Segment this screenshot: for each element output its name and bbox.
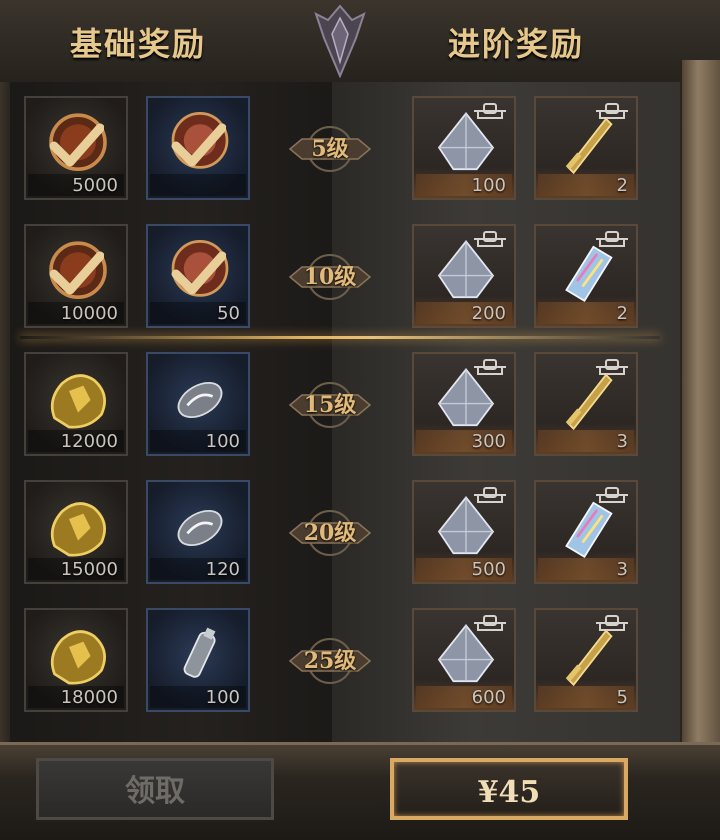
item-count: 200 <box>471 303 506 324</box>
item-count: 2 <box>616 303 628 324</box>
advanced-reward-slot[interactable]: 200 <box>412 224 516 328</box>
item-count: 12000 <box>60 431 118 452</box>
advanced-reward-slot[interactable]: 3 <box>534 480 638 584</box>
item-count: 50 <box>217 303 240 324</box>
reward-row: 18000 100 25级 600 5 <box>0 608 680 716</box>
item-count: 2 <box>616 175 628 196</box>
item-count: 300 <box>471 431 506 452</box>
basic-reward-slot[interactable]: 120 <box>146 480 250 584</box>
level-badge: 25级 <box>288 638 372 684</box>
advanced-reward-slot[interactable]: 3 <box>534 352 638 456</box>
item-count: 3 <box>616 431 628 452</box>
level-label: 10级 <box>303 264 357 290</box>
basic-reward-slot[interactable]: 5000 <box>24 96 128 200</box>
advanced-reward-slot[interactable]: 300 <box>412 352 516 456</box>
item-count: 100 <box>471 175 506 196</box>
level-badge: 20级 <box>288 510 372 556</box>
basic-reward-slot[interactable]: 12000 <box>24 352 128 456</box>
level-label: 15级 <box>303 392 357 418</box>
item-count: 10000 <box>60 303 118 324</box>
claimed-check-icon <box>171 123 226 167</box>
advanced-reward-slot[interactable]: 500 <box>412 480 516 584</box>
lock-icon <box>596 103 628 119</box>
item-count: 120 <box>205 559 240 580</box>
reward-row: 15000 120 20级 500 3 <box>0 480 680 588</box>
lock-icon <box>596 487 628 503</box>
advanced-reward-slot[interactable]: 100 <box>412 96 516 200</box>
level-label: 25级 <box>303 648 357 674</box>
gold-nugget-icon <box>50 374 106 429</box>
gold-nugget-icon <box>50 502 106 557</box>
level-label: 20级 <box>303 520 357 546</box>
basic-reward-slot[interactable]: 50 <box>146 224 250 328</box>
advanced-reward-slot[interactable]: 5 <box>534 608 638 712</box>
level-label: 5级 <box>311 136 349 162</box>
item-count: 15000 <box>60 559 118 580</box>
gold-nugget-icon <box>50 630 106 685</box>
item-count: 3 <box>616 559 628 580</box>
reward-row: 10000 50 10级 200 2 <box>0 224 680 332</box>
claimed-check-icon <box>49 251 104 295</box>
item-count: 600 <box>471 687 506 708</box>
advanced-reward-slot[interactable]: 2 <box>534 224 638 328</box>
lock-icon <box>474 487 506 503</box>
purchase-advanced-button[interactable]: ¥45 <box>390 758 628 820</box>
advanced-rewards-title: 进阶奖励 <box>448 25 585 63</box>
potion-vial-icon <box>183 627 216 678</box>
basic-reward-slot[interactable]: 15000 <box>24 480 128 584</box>
reward-row: 12000 100 15级 300 3 <box>0 352 680 460</box>
crest-emblem-icon <box>314 4 366 78</box>
basic-reward-slot[interactable]: 10000 <box>24 224 128 328</box>
item-count: 100 <box>205 687 240 708</box>
lock-icon <box>474 103 506 119</box>
lock-icon <box>596 359 628 375</box>
basic-reward-slot[interactable] <box>146 96 250 200</box>
right-vine-border <box>680 60 720 760</box>
basic-reward-slot[interactable]: 18000 <box>24 608 128 712</box>
silver-stone-icon <box>177 382 223 418</box>
lock-icon <box>474 231 506 247</box>
claim-button[interactable]: 领取 <box>36 758 274 820</box>
advanced-reward-slot[interactable]: 2 <box>534 96 638 200</box>
reward-row: 5000 5级 100 2 <box>0 96 680 204</box>
item-count: 500 <box>471 559 506 580</box>
level-badge: 10级 <box>288 254 372 300</box>
claimed-check-icon <box>49 123 104 167</box>
item-count: 5 <box>616 687 628 708</box>
silver-stone-icon <box>177 510 223 546</box>
item-count: 18000 <box>60 687 118 708</box>
level-badge: 5级 <box>288 126 372 172</box>
lock-icon <box>474 359 506 375</box>
item-count: 100 <box>205 431 240 452</box>
item-count: 5000 <box>72 175 118 196</box>
lock-icon <box>474 615 506 631</box>
lock-icon <box>596 615 628 631</box>
progress-glow-line <box>20 336 660 339</box>
basic-reward-slot[interactable]: 100 <box>146 352 250 456</box>
level-badge: 15级 <box>288 382 372 428</box>
basic-rewards-title: 基础奖励 <box>70 25 207 63</box>
advanced-reward-slot[interactable]: 600 <box>412 608 516 712</box>
lock-icon <box>596 231 628 247</box>
claimed-check-icon <box>171 251 226 295</box>
basic-reward-slot[interactable]: 100 <box>146 608 250 712</box>
